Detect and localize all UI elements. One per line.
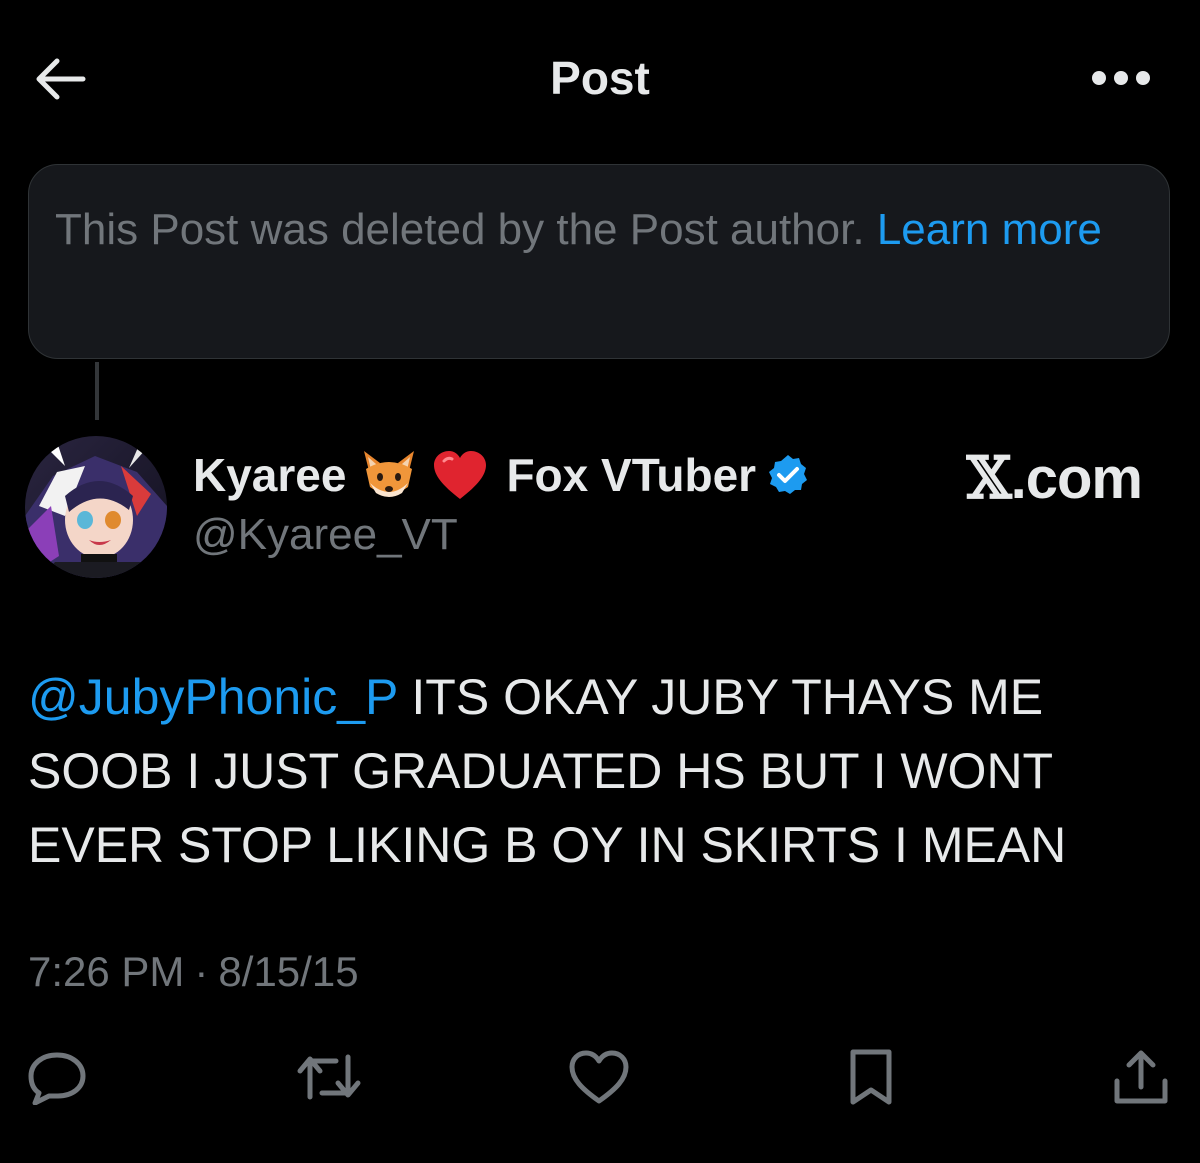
more-options-button[interactable] <box>1088 54 1154 102</box>
deleted-notice-text: This Post was deleted by the Post author… <box>55 205 865 254</box>
author-name-part1: Kyaree <box>193 449 347 501</box>
red-heart-emoji <box>432 449 488 501</box>
bookmark-button[interactable] <box>838 1044 904 1110</box>
fox-face-emoji <box>360 449 418 501</box>
watermark-suffix: .com <box>1010 446 1143 511</box>
repost-button[interactable] <box>296 1044 362 1110</box>
post-time: 7:26 PM <box>28 948 185 995</box>
x-logo-glyph: 𝕏 <box>966 444 1012 512</box>
x-com-watermark: 𝕏.com <box>966 444 1143 512</box>
thread-connector-line <box>95 362 99 420</box>
mention-link[interactable]: @JubyPhonic_P <box>28 669 398 725</box>
page-title: Post <box>550 52 650 104</box>
repost-icon <box>297 1054 361 1100</box>
bookmark-icon <box>850 1049 892 1105</box>
author-name-part2: Fox VTuber <box>506 449 757 501</box>
avatar[interactable] <box>25 436 167 578</box>
like-button[interactable] <box>566 1044 632 1110</box>
author-display-name[interactable]: Kyaree Fox VTuber <box>193 448 810 502</box>
post-date: 8/15/15 <box>218 948 359 995</box>
share-button[interactable] <box>1108 1044 1174 1110</box>
timestamp-separator: · <box>194 948 209 995</box>
learn-more-link[interactable]: Learn more <box>877 205 1102 254</box>
like-icon <box>569 1050 629 1104</box>
post-timestamp[interactable]: 7:26 PM · 8/15/15 <box>28 948 359 996</box>
reply-icon <box>28 1052 86 1105</box>
author-handle[interactable]: @Kyaree_VT <box>193 510 458 560</box>
post-text: @JubyPhonic_P ITS OKAY JUBY THAYS ME SOO… <box>28 660 1138 882</box>
verified-badge-icon <box>766 453 810 497</box>
share-icon <box>1114 1050 1168 1104</box>
more-horizontal-icon <box>1092 71 1150 85</box>
reply-button[interactable] <box>24 1044 90 1110</box>
deleted-post-notice: This Post was deleted by the Post author… <box>28 164 1170 359</box>
